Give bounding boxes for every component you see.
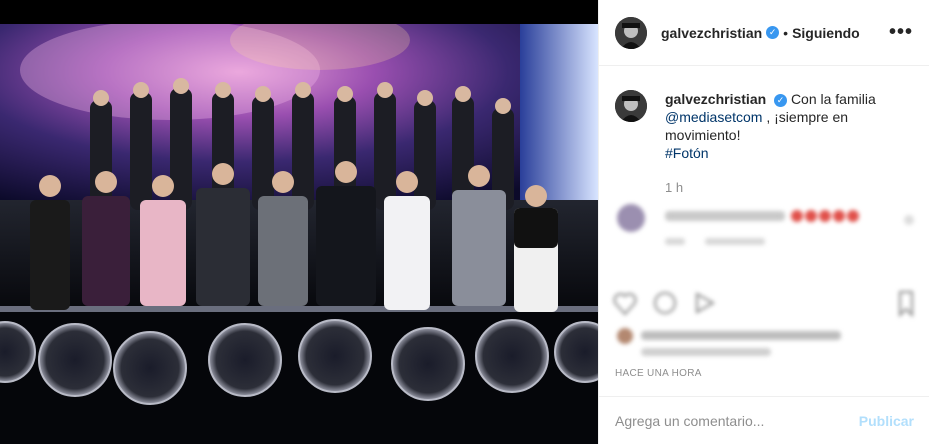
publish-button[interactable]: Publicar [859,413,914,429]
verified-badge-icon: ✓ [766,26,780,39]
separator-dot: • [783,24,789,41]
caption-text: galvezchristian ✓ Con la familia @medias… [665,90,895,162]
hashtag-link[interactable]: #Fotón [665,145,709,161]
caption-verified-icon: ✓ [774,93,788,107]
caption-age[interactable]: 1 h [665,180,683,195]
post-photo[interactable] [0,0,598,444]
post-side-panel: galvezchristian ✓ • Siguiendo ••• galvez… [598,0,929,444]
blurred-likes [613,326,873,360]
caption-avatar[interactable] [615,90,647,122]
comment-box: Agrega un comentario... Publicar [599,396,929,444]
caption: galvezchristian ✓ Con la familia @medias… [615,90,895,162]
action-icons[interactable] [613,288,918,318]
more-options-icon[interactable]: ••• [889,21,913,44]
avatar[interactable] [615,16,647,49]
blurred-comment [615,202,915,258]
comment-input[interactable]: Agrega un comentario... [615,413,764,429]
caption-username[interactable]: galvezchristian [665,91,766,107]
post-timestamp[interactable]: HACE UNA HORA [615,368,702,379]
following-button[interactable]: Siguiendo [792,25,860,41]
post-header: galvezchristian ✓ • Siguiendo ••• [599,0,929,66]
mention-link[interactable]: @mediasetcom [665,109,762,125]
author-username[interactable]: galvezchristian [661,25,762,41]
caption-body: Con la familia [790,91,876,107]
